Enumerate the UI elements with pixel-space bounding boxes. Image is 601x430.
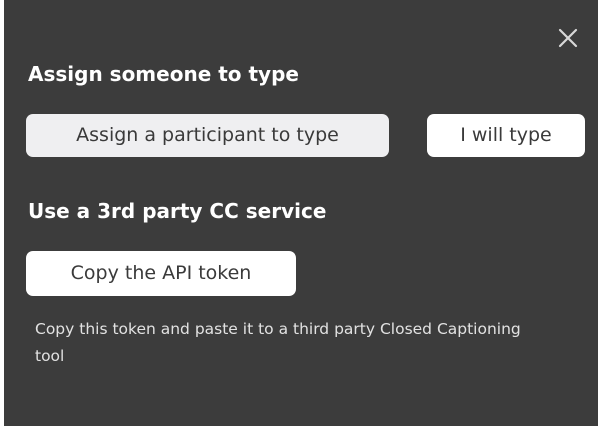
i-will-type-button[interactable]: I will type: [427, 114, 585, 157]
closed-caption-panel: Assign someone to type Assign a particip…: [4, 0, 598, 426]
close-icon: [558, 28, 578, 48]
close-button[interactable]: [554, 24, 582, 52]
assign-someone-heading: Assign someone to type: [28, 62, 299, 86]
assign-participant-button[interactable]: Assign a participant to type: [26, 114, 389, 157]
api-token-description: Copy this token and paste it to a third …: [35, 320, 521, 365]
copy-api-token-button[interactable]: Copy the API token: [26, 251, 296, 296]
third-party-cc-heading: Use a 3rd party CC service: [28, 199, 327, 223]
